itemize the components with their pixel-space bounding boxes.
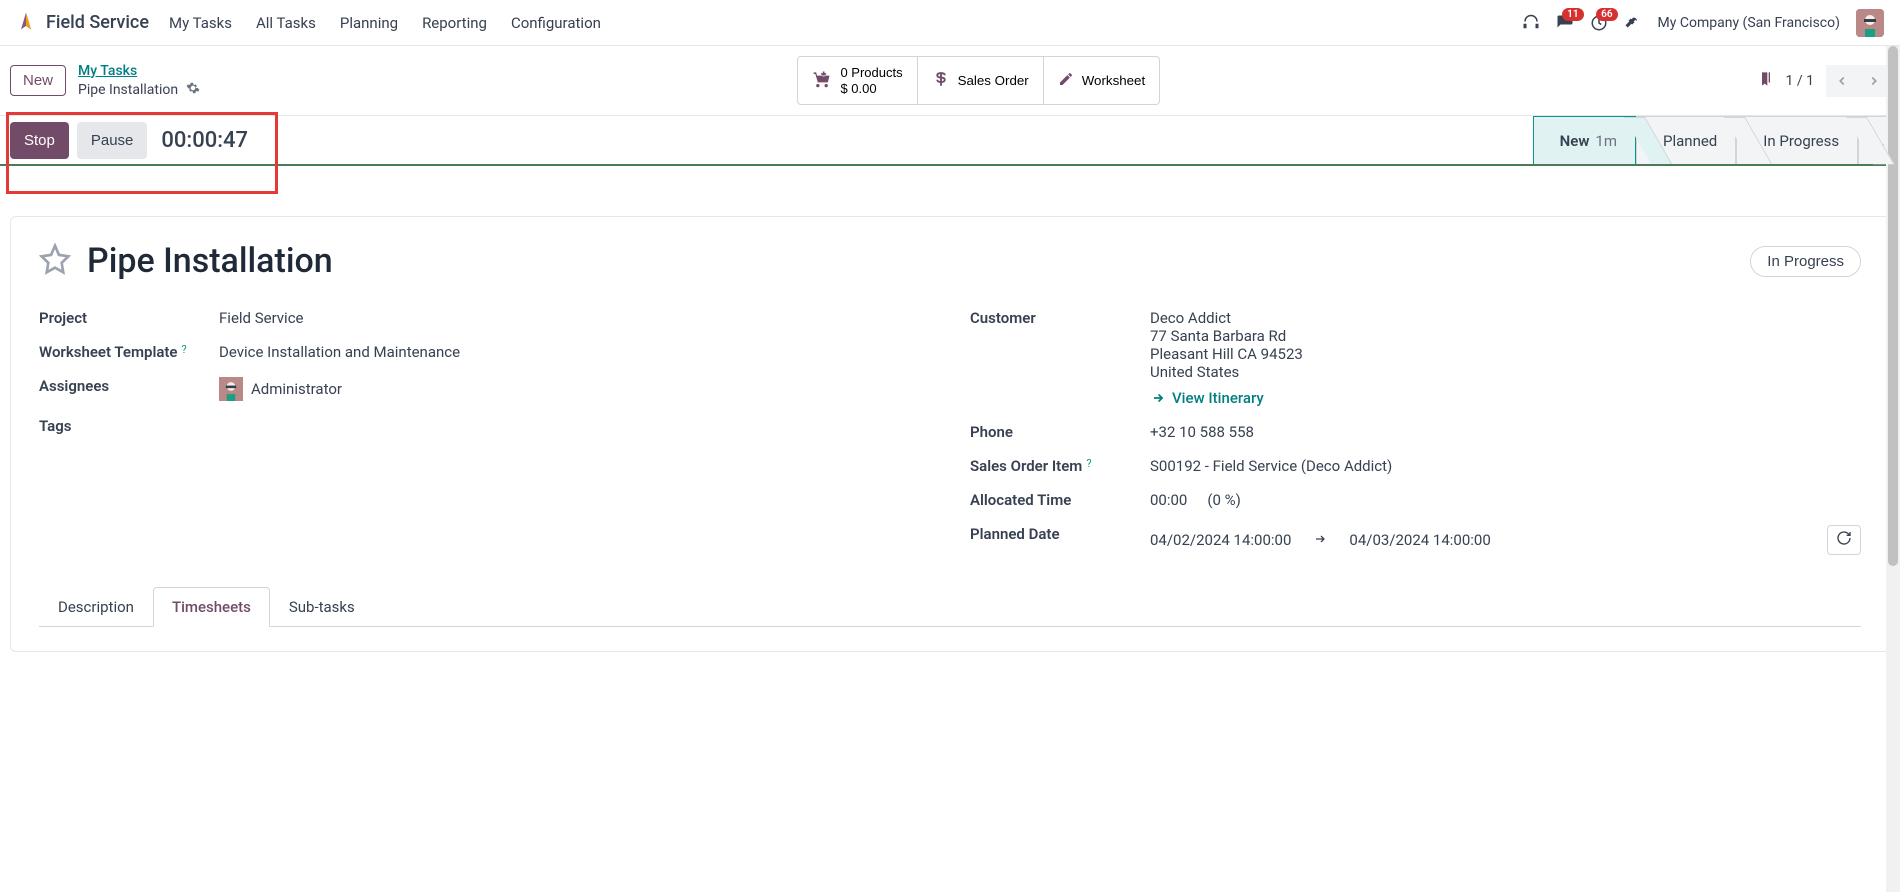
worksheet-button[interactable]: Worksheet: [1044, 56, 1160, 105]
record-title[interactable]: Pipe Installation: [87, 241, 1734, 281]
value-allocated-time[interactable]: 00:00 (0 %): [1150, 491, 1861, 509]
tab-timesheets[interactable]: Timesheets: [153, 587, 270, 627]
value-assignees[interactable]: Administrator: [219, 377, 930, 401]
value-planned-date[interactable]: 04/02/2024 14:00:00 04/03/2024 14:00:00: [1150, 525, 1861, 555]
label-assignees: Assignees: [39, 377, 219, 401]
value-worksheet-template[interactable]: Device Installation and Maintenance: [219, 343, 930, 361]
control-bar: New My Tasks Pipe Installation 0 Product…: [0, 46, 1900, 111]
label-tags: Tags: [39, 417, 219, 435]
form-sheet: Pipe Installation In Progress Project Fi…: [10, 216, 1890, 652]
label-sales-order-item: Sales Order Item?: [970, 457, 1150, 475]
form-tabs: Description Timesheets Sub-tasks: [39, 587, 1861, 627]
messages-icon[interactable]: 11: [1556, 14, 1574, 32]
scrollbar-thumb[interactable]: [1888, 46, 1898, 566]
value-sales-order-item[interactable]: S00192 - Field Service (Deco Addict): [1150, 457, 1861, 475]
status-bar: Stop Pause 00:00:47 New 1m Planned In Pr…: [0, 115, 1900, 166]
messages-badge: 11: [1562, 8, 1583, 21]
tools-icon[interactable]: [1624, 14, 1642, 32]
menu-planning[interactable]: Planning: [340, 14, 398, 32]
status-pill[interactable]: In Progress: [1750, 246, 1861, 277]
form-right-column: Customer Deco Addict 77 Santa Barbara Rd…: [970, 301, 1861, 563]
label-project: Project: [39, 309, 219, 327]
favorite-star-icon[interactable]: [39, 243, 71, 279]
stop-button[interactable]: Stop: [10, 122, 69, 159]
stage-selector: New 1m Planned In Progress ...: [1533, 116, 1900, 165]
page-info: 1 / 1: [1786, 73, 1814, 89]
pencil-icon: [1058, 71, 1074, 90]
breadcrumb-parent[interactable]: My Tasks: [78, 63, 200, 79]
voip-icon[interactable]: [1522, 14, 1540, 32]
tab-subtasks[interactable]: Sub-tasks: [270, 587, 374, 626]
menu-configuration[interactable]: Configuration: [511, 14, 601, 32]
menu-all-tasks[interactable]: All Tasks: [256, 14, 316, 32]
app-title[interactable]: Field Service: [46, 12, 149, 33]
tab-description[interactable]: Description: [39, 587, 153, 626]
company-selector[interactable]: My Company (San Francisco): [1658, 15, 1840, 31]
stage-new[interactable]: New 1m: [1533, 116, 1636, 165]
products-amount: $ 0.00: [840, 81, 902, 97]
app-logo-icon: [16, 11, 36, 35]
breadcrumb-current: Pipe Installation: [78, 82, 178, 98]
assignee-avatar-icon: [219, 377, 243, 401]
products-count: 0 Products: [840, 65, 902, 81]
value-phone[interactable]: +32 10 588 558: [1150, 423, 1861, 441]
scrollbar[interactable]: [1886, 46, 1900, 892]
pager: 1 / 1: [1758, 65, 1890, 97]
products-button[interactable]: 0 Products $ 0.00: [797, 56, 917, 105]
label-planned-date: Planned Date: [970, 525, 1150, 555]
label-customer: Customer: [970, 309, 1150, 407]
label-phone: Phone: [970, 423, 1150, 441]
value-tags[interactable]: [219, 417, 930, 435]
menu-reporting[interactable]: Reporting: [422, 14, 487, 32]
timer-display: 00:00:47: [161, 128, 248, 153]
refresh-icon: [1836, 530, 1852, 546]
help-icon[interactable]: ?: [1086, 457, 1091, 470]
arrow-right-icon: [1311, 531, 1329, 549]
user-avatar[interactable]: [1856, 9, 1884, 37]
view-itinerary-link[interactable]: View Itinerary: [1150, 389, 1861, 407]
cart-plus-icon: [812, 69, 832, 92]
sales-order-label: Sales Order: [958, 73, 1029, 88]
value-customer[interactable]: Deco Addict 77 Santa Barbara Rd Pleasant…: [1150, 309, 1861, 407]
new-button[interactable]: New: [10, 65, 66, 96]
menu-my-tasks[interactable]: My Tasks: [169, 14, 232, 32]
top-nav: Field Service My Tasks All Tasks Plannin…: [0, 0, 1900, 46]
arrow-right-icon: [1150, 391, 1166, 405]
assignee-name: Administrator: [251, 380, 342, 398]
refresh-button[interactable]: [1827, 525, 1861, 555]
help-icon[interactable]: ?: [182, 343, 187, 356]
activities-icon[interactable]: 66: [1590, 14, 1608, 32]
value-project[interactable]: Field Service: [219, 309, 930, 327]
label-allocated-time: Allocated Time: [970, 491, 1150, 509]
label-worksheet-template: Worksheet Template?: [39, 343, 219, 361]
form-area: Pipe Installation In Progress Project Fi…: [0, 166, 1900, 662]
form-left-column: Project Field Service Worksheet Template…: [39, 301, 930, 563]
progress-line: [0, 164, 1900, 166]
activities-badge: 66: [1596, 8, 1617, 21]
pager-prev-button[interactable]: [1826, 65, 1858, 97]
dollar-icon: [932, 70, 950, 91]
gear-icon[interactable]: [186, 81, 200, 99]
bookmark-icon[interactable]: [1758, 70, 1774, 92]
pause-button[interactable]: Pause: [77, 122, 148, 159]
main-menu: My Tasks All Tasks Planning Reporting Co…: [169, 14, 601, 32]
worksheet-label: Worksheet: [1082, 73, 1145, 88]
sales-order-button[interactable]: Sales Order: [918, 56, 1044, 105]
breadcrumb: My Tasks Pipe Installation: [78, 63, 200, 99]
stat-buttons: 0 Products $ 0.00 Sales Order Worksheet: [797, 56, 1160, 105]
